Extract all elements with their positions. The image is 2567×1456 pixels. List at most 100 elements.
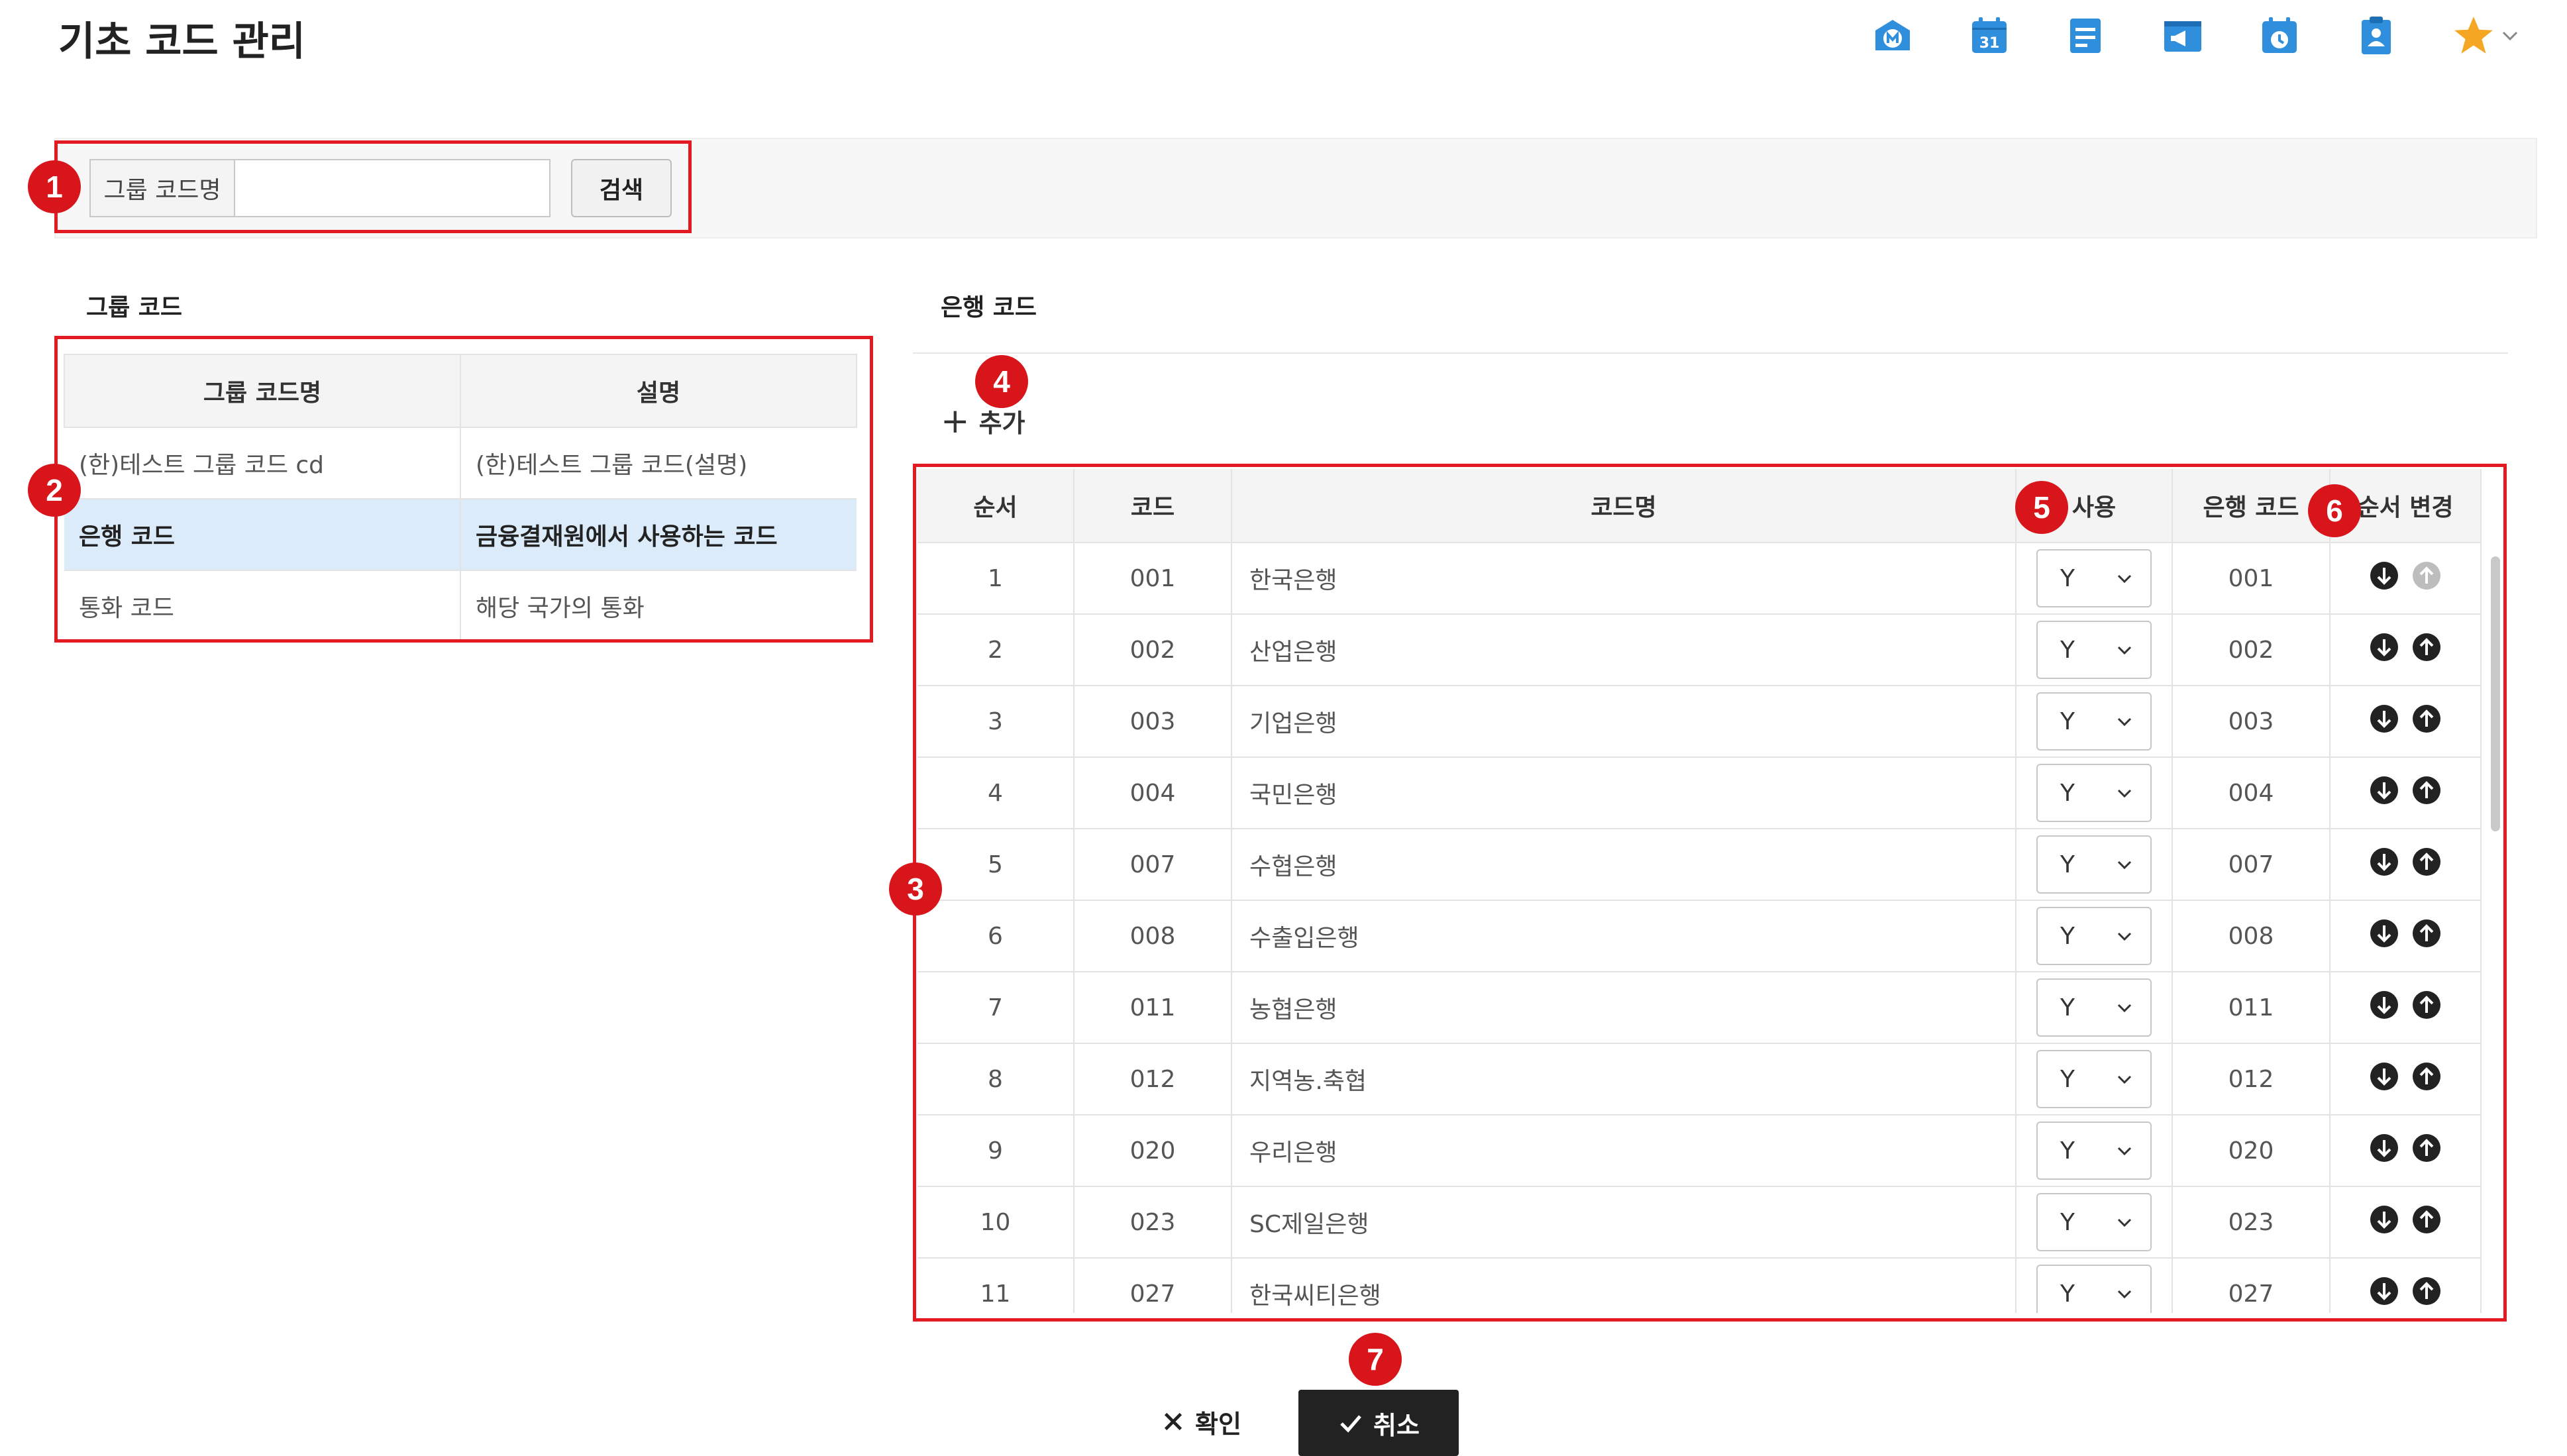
row-use-cell: Y bbox=[2016, 614, 2173, 686]
table-row[interactable]: 1 001 한국은행 Y 001 bbox=[917, 543, 2482, 615]
use-select[interactable]: Y bbox=[2036, 549, 2152, 607]
move-down-icon[interactable] bbox=[2369, 1133, 2399, 1163]
move-up-icon[interactable] bbox=[2411, 703, 2442, 734]
row-reorder-cell bbox=[2330, 543, 2482, 615]
row-code-name: 국민은행 bbox=[1231, 757, 2017, 829]
check-icon bbox=[1340, 1415, 1361, 1433]
use-select[interactable]: Y bbox=[2036, 907, 2152, 965]
move-up-icon[interactable] bbox=[2411, 918, 2442, 949]
use-select[interactable]: Y bbox=[2036, 1265, 2152, 1313]
table-row[interactable]: 9 020 우리은행 Y 020 bbox=[917, 1115, 2482, 1187]
table-row[interactable]: 4 004 국민은행 Y 004 bbox=[917, 757, 2482, 829]
move-down-icon[interactable] bbox=[2369, 703, 2399, 734]
add-button[interactable]: + 추가 bbox=[941, 403, 1025, 439]
move-down-icon[interactable] bbox=[2369, 918, 2399, 949]
row-use-cell: Y bbox=[2016, 900, 2173, 972]
move-up-icon[interactable] bbox=[2411, 1276, 2442, 1306]
column-header-code[interactable]: 코드 bbox=[1074, 469, 1232, 543]
move-down-icon[interactable] bbox=[2369, 632, 2399, 662]
reorder-controls bbox=[2369, 1061, 2442, 1092]
bank-code-grid[interactable]: 순서 코드 코드명 사용 은행 코드 순서 변경 1 001 한국은행 Y 001 2 00… bbox=[917, 469, 2494, 1313]
annotation-badge-2: 2 bbox=[28, 464, 81, 517]
use-select[interactable]: Y bbox=[2036, 692, 2152, 751]
move-up-icon bbox=[2413, 561, 2440, 590]
favorite-menu[interactable] bbox=[2452, 14, 2521, 58]
move-up-icon[interactable] bbox=[2411, 1061, 2442, 1092]
row-order: 11 bbox=[917, 1258, 1074, 1313]
row-bank-code: 008 bbox=[2172, 900, 2331, 972]
use-select[interactable]: Y bbox=[2036, 1050, 2152, 1108]
reorder-controls bbox=[2369, 632, 2442, 662]
row-reorder-cell bbox=[2330, 1043, 2482, 1116]
move-up-icon[interactable] bbox=[2411, 847, 2442, 877]
table-row[interactable]: 8 012 지역농.축협 Y 012 bbox=[917, 1043, 2482, 1116]
scrollbar-thumb[interactable] bbox=[2491, 556, 2500, 831]
row-code-name: 기업은행 bbox=[1231, 686, 2017, 758]
chevron-down-icon bbox=[2117, 1075, 2132, 1084]
use-select[interactable]: Y bbox=[2036, 764, 2152, 822]
board-icon[interactable] bbox=[2065, 15, 2107, 57]
search-button[interactable]: 검색 bbox=[571, 159, 672, 217]
calendar-icon[interactable]: 31 bbox=[1968, 15, 2011, 57]
mail-icon[interactable] bbox=[1871, 15, 1914, 57]
table-row[interactable]: 5 007 수협은행 Y 007 bbox=[917, 829, 2482, 901]
move-up-icon[interactable] bbox=[2411, 1204, 2442, 1235]
move-down-icon[interactable] bbox=[2369, 990, 2399, 1020]
row-bank-code: 004 bbox=[2172, 757, 2331, 829]
table-row[interactable]: 10 023 SC제일은행 Y 023 bbox=[917, 1186, 2482, 1259]
table-row[interactable]: 7 011 농협은행 Y 011 bbox=[917, 972, 2482, 1044]
use-select[interactable]: Y bbox=[2036, 1121, 2152, 1180]
row-bank-code: 002 bbox=[2172, 614, 2331, 686]
cancel-button-label: 취소 bbox=[1373, 1410, 1420, 1440]
use-select[interactable]: Y bbox=[2036, 835, 2152, 894]
table-row[interactable]: 2 002 산업은행 Y 002 bbox=[917, 614, 2482, 686]
table-row[interactable]: 11 027 한국씨티은행 Y 027 bbox=[917, 1258, 2482, 1313]
clipboard-icon[interactable] bbox=[2355, 15, 2397, 57]
row-code-name: 수협은행 bbox=[1231, 829, 2017, 901]
group-code-description: 해당 국가의 통화 bbox=[460, 570, 857, 643]
notice-icon[interactable] bbox=[2162, 15, 2204, 57]
schedule-icon[interactable] bbox=[2258, 15, 2301, 57]
table-row[interactable]: 통화 코드 해당 국가의 통화 bbox=[64, 570, 857, 643]
confirm-button[interactable]: 확인 bbox=[1161, 1390, 1241, 1453]
table-row[interactable]: 6 008 수출입은행 Y 008 bbox=[917, 900, 2482, 972]
move-up-icon[interactable] bbox=[2411, 775, 2442, 806]
column-header-order[interactable]: 순서 bbox=[917, 469, 1074, 543]
row-reorder-cell bbox=[2330, 972, 2482, 1044]
chevron-down-icon bbox=[2117, 1147, 2132, 1156]
reorder-controls bbox=[2369, 775, 2442, 806]
use-select[interactable]: Y bbox=[2036, 621, 2152, 679]
close-icon bbox=[1164, 1412, 1182, 1431]
reorder-controls bbox=[2369, 847, 2442, 877]
row-code: 001 bbox=[1074, 543, 1232, 615]
use-select[interactable]: Y bbox=[2036, 978, 2152, 1037]
move-up-icon[interactable] bbox=[2411, 1133, 2442, 1163]
column-header-code-name[interactable]: 코드명 bbox=[1231, 469, 2017, 543]
use-select-value: Y bbox=[2060, 1137, 2075, 1165]
move-down-icon[interactable] bbox=[2369, 1061, 2399, 1092]
row-code-name: 한국씨티은행 bbox=[1231, 1258, 2017, 1313]
table-row-selected[interactable]: 은행 코드 금융결재원에서 사용하는 코드 bbox=[64, 498, 857, 571]
use-select-value: Y bbox=[2060, 994, 2075, 1021]
cancel-button[interactable]: 취소 bbox=[1298, 1390, 1459, 1456]
move-down-icon[interactable] bbox=[2369, 1204, 2399, 1235]
chevron-down-icon bbox=[2117, 1218, 2132, 1227]
row-bank-code: 007 bbox=[2172, 829, 2331, 901]
row-order: 3 bbox=[917, 686, 1074, 758]
row-reorder-cell bbox=[2330, 1115, 2482, 1187]
move-down-icon[interactable] bbox=[2369, 1276, 2399, 1306]
column-header-group-code-name[interactable]: 그룹 코드명 bbox=[64, 354, 461, 428]
move-up-icon[interactable] bbox=[2411, 632, 2442, 662]
move-down-icon[interactable] bbox=[2369, 775, 2399, 806]
group-code-search-input[interactable] bbox=[234, 159, 550, 217]
row-reorder-cell bbox=[2330, 614, 2482, 686]
move-down-icon[interactable] bbox=[2369, 560, 2399, 591]
use-select[interactable]: Y bbox=[2036, 1193, 2152, 1251]
column-header-bank-code[interactable]: 은행 코드 bbox=[2172, 469, 2331, 543]
table-row[interactable]: 3 003 기업은행 Y 003 bbox=[917, 686, 2482, 758]
move-up-icon[interactable] bbox=[2411, 990, 2442, 1020]
column-header-description[interactable]: 설명 bbox=[460, 354, 857, 428]
move-down-icon[interactable] bbox=[2369, 847, 2399, 877]
row-code-name: 우리은행 bbox=[1231, 1115, 2017, 1187]
table-row[interactable]: (한)테스트 그룹 코드 cd (한)테스트 그룹 코드(설명) bbox=[64, 427, 857, 499]
